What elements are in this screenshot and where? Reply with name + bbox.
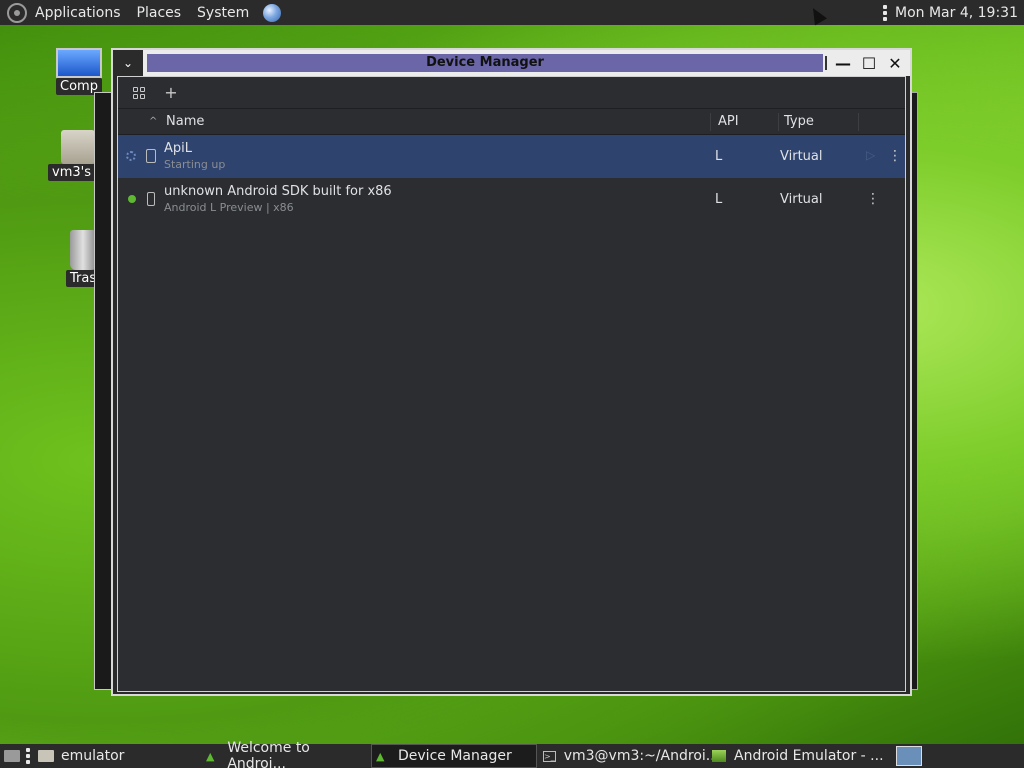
phone-icon [147, 192, 155, 206]
taskbar: emulator ▲ Welcome to Androi... ▲ Device… [0, 740, 1024, 768]
table-header: ^ Name API Type [118, 109, 905, 135]
sort-ascending-icon: ^ [149, 116, 158, 127]
grid-icon [133, 86, 145, 99]
column-header-type[interactable]: Type [784, 114, 814, 129]
phone-icon [146, 149, 156, 163]
plus-icon: + [164, 83, 178, 102]
system-menu[interactable]: System [197, 5, 249, 21]
emulator-icon [712, 750, 726, 762]
device-status-text: Starting up [164, 158, 226, 171]
task-terminal[interactable]: >_ vm3@vm3:~/Androi... [543, 744, 719, 768]
device-api: L [715, 149, 723, 164]
title-separator [825, 56, 827, 70]
title-bar[interactable]: ⌄ Device Manager — ☐ ✕ [113, 50, 910, 76]
show-desktop-button[interactable] [4, 744, 27, 768]
window-menu-button[interactable]: ⌄ [113, 50, 143, 76]
close-icon: ✕ [888, 53, 902, 73]
device-details: Android L Preview | x86 [164, 201, 294, 214]
device-row-apil[interactable]: ApiL Starting up L Virtual ▷ ⋮ [118, 135, 905, 178]
device-type: Virtual [780, 192, 823, 207]
taskbar-handle-icon[interactable] [26, 744, 30, 768]
minimize-icon: — [835, 53, 851, 73]
loading-spinner-icon [126, 151, 136, 161]
device-type: Virtual [780, 149, 823, 164]
more-actions-button[interactable]: ⋮ [888, 148, 902, 164]
task-welcome-android-studio[interactable]: ▲ Welcome to Androi... [206, 740, 366, 768]
device-row-sdk-x86[interactable]: unknown Android SDK built for x86 Androi… [118, 178, 905, 221]
device-api: L [715, 192, 723, 207]
more-actions-button[interactable]: ⋮ [866, 191, 880, 207]
task-label: Welcome to Androi... [227, 740, 310, 768]
places-menu[interactable]: Places [137, 5, 182, 21]
panel-handle-icon[interactable] [883, 4, 887, 21]
add-device-button[interactable]: + [160, 82, 182, 104]
task-device-manager[interactable]: ▲ Device Manager [371, 744, 537, 768]
column-divider[interactable] [858, 113, 859, 131]
web-browser-icon[interactable] [263, 3, 282, 22]
running-status-icon [128, 195, 136, 203]
device-name: ApiL [164, 141, 192, 156]
device-manager-panel: + ^ Name API Type ApiL Starting up L Vir… [117, 76, 906, 692]
maximize-button[interactable]: ☐ [858, 52, 880, 74]
distro-logo-icon[interactable] [7, 2, 27, 23]
folder-icon [38, 750, 54, 762]
home-folder-icon [60, 130, 95, 164]
android-studio-icon: ▲ [376, 749, 385, 763]
task-label: emulator [61, 748, 125, 764]
close-button[interactable]: ✕ [884, 52, 906, 74]
toolbar: + [118, 77, 905, 109]
task-android-emulator[interactable]: Android Emulator - ... [712, 744, 888, 768]
play-icon[interactable]: ▷ [866, 148, 875, 162]
android-studio-icon: ▲ [206, 749, 215, 763]
column-divider[interactable] [710, 113, 711, 131]
computer-icon [56, 48, 102, 78]
column-divider[interactable] [778, 113, 779, 131]
terminal-icon: >_ [543, 750, 556, 762]
workspace-switcher[interactable] [896, 746, 922, 766]
minimize-button[interactable]: — [832, 52, 854, 74]
applications-menu[interactable]: Applications [35, 5, 121, 21]
task-label: Android Emulator - ... [734, 748, 884, 764]
chevron-down-icon: ⌄ [122, 56, 134, 70]
task-emulator[interactable]: emulator [38, 744, 198, 768]
device-name: unknown Android SDK built for x86 [164, 184, 392, 199]
window-title: Device Manager [147, 54, 823, 72]
trash-icon [70, 230, 97, 270]
task-label: Device Manager [398, 748, 512, 764]
task-label: vm3@vm3:~/Androi... [563, 748, 720, 764]
device-manager-window: ⌄ Device Manager — ☐ ✕ + ^ Name API Type [111, 48, 912, 696]
maximize-icon: ☐ [861, 53, 877, 73]
desktop-icon-computer[interactable]: Comp [56, 48, 102, 95]
show-desktop-icon [4, 750, 20, 762]
clock[interactable]: Mon Mar 4, 19:31 [895, 5, 1018, 21]
group-by-button[interactable] [128, 82, 150, 104]
column-header-name[interactable]: Name [166, 114, 204, 129]
top-panel: Applications Places System Mon Mar 4, 19… [0, 0, 1024, 25]
column-header-api[interactable]: API [718, 114, 739, 129]
